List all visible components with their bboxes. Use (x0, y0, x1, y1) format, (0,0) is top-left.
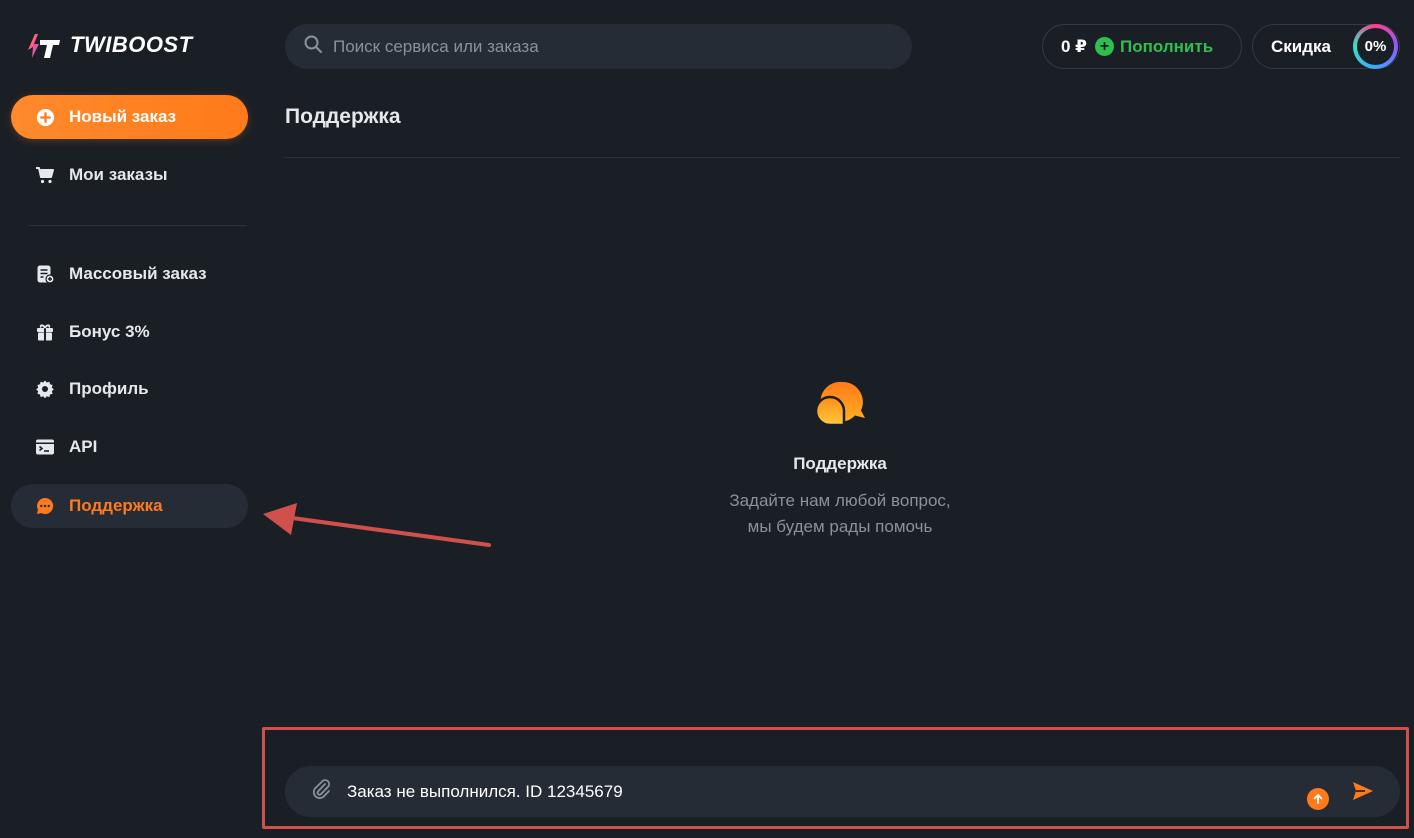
empty-state-line-2: мы будем рады помочь (747, 517, 933, 536)
discount-widget[interactable]: Скидка 0% (1252, 24, 1400, 69)
sidebar-item-label: Профиль (69, 379, 149, 398)
sidebar-item-label: Бонус 3% (69, 322, 150, 341)
terminal-icon (35, 437, 55, 457)
annotation-arrow (263, 503, 491, 547)
cart-icon (35, 165, 55, 185)
sidebar-item-label: Массовый заказ (69, 264, 207, 283)
topup-label: Пополнить (1120, 36, 1214, 56)
balance-amount: 0 ₽ (1061, 36, 1088, 56)
search-bar[interactable] (285, 24, 912, 69)
logo[interactable]: TWIBOOST (24, 28, 193, 62)
gear-icon (35, 379, 55, 399)
plus-icon: + (1095, 37, 1115, 56)
logo-icon (28, 34, 60, 58)
bulk-order-icon (35, 264, 55, 284)
send-icon (1353, 782, 1373, 800)
sidebar-item-support[interactable]: Поддержка (11, 484, 248, 528)
discount-value: 0% (1357, 28, 1394, 65)
brand-name: TWIBOOST (70, 32, 193, 57)
sidebar-item-label: Новый заказ (69, 107, 177, 126)
page-title: Поддержка (285, 105, 401, 128)
sidebar-item-label: Поддержка (69, 496, 163, 515)
message-composer (285, 766, 1400, 817)
sidebar: TWIBOOST Новый заказ Мои заказы Массовый… (0, 0, 260, 838)
sidebar-item-label: API (69, 437, 98, 456)
support-chat-icon (814, 381, 865, 427)
search-input[interactable] (333, 36, 893, 57)
arrow-up-icon (1313, 793, 1323, 804)
balance-widget: 0 ₽ + Пополнить (1042, 24, 1242, 69)
sidebar-item-api[interactable]: API (11, 425, 248, 469)
sidebar-item-profile[interactable]: Профиль (11, 367, 248, 411)
sidebar-item-bonus[interactable]: Бонус 3% (11, 310, 248, 354)
empty-state-line-1: Задайте нам любой вопрос, (729, 491, 951, 510)
gift-icon (35, 322, 55, 342)
sidebar-divider (28, 225, 247, 226)
header-divider (284, 157, 1400, 158)
empty-state-title: Поддержка (793, 454, 887, 473)
plus-circle-icon (35, 107, 55, 127)
message-input[interactable] (347, 781, 1247, 802)
sidebar-item-bulk-order[interactable]: Массовый заказ (11, 252, 248, 296)
send-button[interactable] (1350, 779, 1376, 803)
support-empty-state: Поддержка Задайте нам любой вопрос, мы б… (660, 378, 1020, 540)
discount-label: Скидка (1271, 36, 1331, 56)
scroll-up-button[interactable] (1307, 788, 1329, 810)
sidebar-item-new-order[interactable]: Новый заказ (11, 95, 248, 139)
sidebar-item-label: Мои заказы (69, 165, 168, 184)
topup-button[interactable]: + Пополнить (1095, 37, 1213, 57)
search-icon (303, 34, 323, 59)
discount-ring: 0% (1353, 24, 1398, 69)
chat-bubble-icon (35, 496, 55, 516)
attach-icon[interactable] (311, 778, 331, 805)
sidebar-item-my-orders[interactable]: Мои заказы (11, 153, 248, 197)
